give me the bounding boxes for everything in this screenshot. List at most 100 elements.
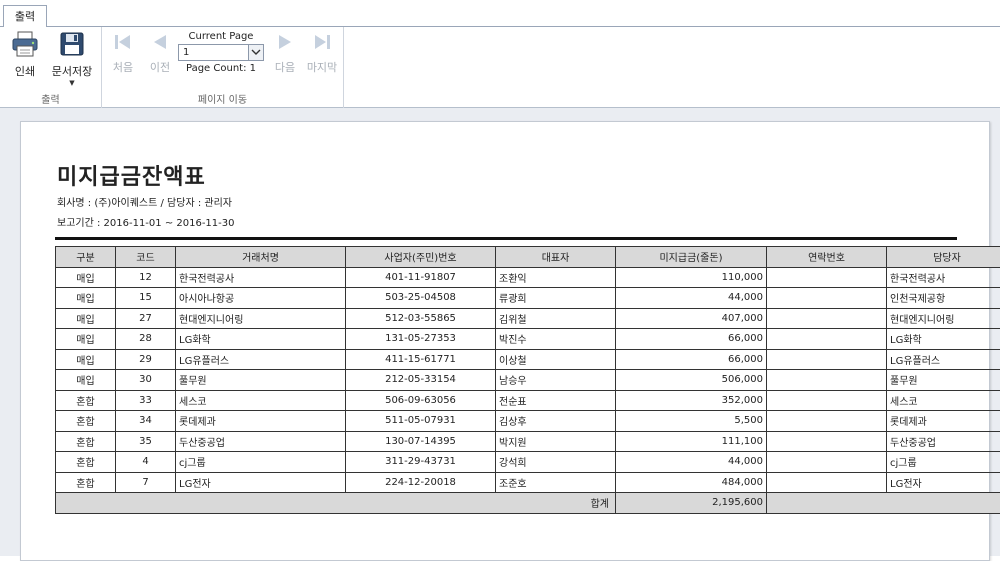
first-page-button[interactable]: 처음: [110, 31, 136, 75]
table-row: 혼합33세스코506-09-63056전순표352,000세스코: [56, 390, 1000, 411]
report-title: 미지급금잔액표: [57, 159, 206, 191]
payable-amount-cell: 484,000: [616, 472, 767, 493]
total-amount: 2,195,600: [616, 493, 767, 514]
manager-cell: LG유플러스: [887, 349, 1000, 370]
phone-cell: [767, 267, 887, 288]
vendor-name-cell: 풀무원: [176, 370, 346, 391]
next-page-button[interactable]: 다음: [272, 31, 298, 75]
payables-table: 구분 코드 거래처명 사업자(주민)번호 대표자 미지급금(줄돈) 연락번호 담…: [55, 246, 1000, 514]
code-cell: 30: [116, 370, 176, 391]
save-document-label: 문서저장: [49, 63, 95, 79]
output-group-label: 출력: [0, 91, 101, 106]
vendor-name-cell: 세스코: [176, 390, 346, 411]
type-cell: 혼합: [56, 472, 116, 493]
representative-cell: 김상후: [496, 411, 616, 432]
report-viewer[interactable]: 미지급금잔액표 회사명 : (주)아이퀘스트 / 담당자 : 관리자 보고기간 …: [0, 108, 1000, 556]
business-number-cell: 506-09-63056: [346, 390, 496, 411]
code-cell: 7: [116, 472, 176, 493]
output-group: 인쇄 문서저장 ▼ 출력: [0, 27, 102, 108]
business-number-cell: 401-11-91807: [346, 267, 496, 288]
total-row: 합계 2,195,600: [56, 493, 1000, 514]
manager-cell: 풀무원: [887, 370, 1000, 391]
total-empty-cell: [767, 493, 1000, 514]
code-cell: 33: [116, 390, 176, 411]
column-header: 거래처명: [176, 247, 346, 268]
representative-cell: 김위철: [496, 308, 616, 329]
representative-cell: 류광희: [496, 288, 616, 309]
type-cell: 혼합: [56, 411, 116, 432]
current-page-title: Current Page: [178, 31, 264, 43]
table-row: 혼합35두산중공업130-07-14395박지원111,100두산중공업: [56, 431, 1000, 452]
last-page-button[interactable]: 마지막: [305, 31, 339, 75]
table-row: 매입28LG화학131-05-27353박진수66,000LG화학: [56, 329, 1000, 350]
print-label: 인쇄: [8, 63, 42, 79]
payable-amount-cell: 66,000: [616, 349, 767, 370]
previous-page-button[interactable]: 이전: [147, 31, 173, 75]
manager-cell: 인천국제공항: [887, 288, 1000, 309]
payable-amount-cell: 66,000: [616, 329, 767, 350]
save-document-button[interactable]: 문서저장 ▼: [49, 31, 95, 87]
printer-icon: [11, 31, 39, 57]
tab-output[interactable]: 출력: [3, 5, 47, 28]
vendor-name-cell: 아시아나항공: [176, 288, 346, 309]
page-navigation-group: 처음 이전 Current Page 1 Page Count: 1 다음: [102, 27, 344, 108]
vendor-name-cell: 현대엔지니어링: [176, 308, 346, 329]
vendor-name-cell: 롯데제과: [176, 411, 346, 432]
code-cell: 27: [116, 308, 176, 329]
phone-cell: [767, 411, 887, 432]
vendor-name-cell: cj그룹: [176, 452, 346, 473]
previous-page-label: 이전: [147, 59, 173, 75]
table-row: 매입15아시아나항공503-25-04508류광희44,000 인천국제공항: [56, 288, 1000, 309]
phone-cell: [767, 452, 887, 473]
type-cell: 혼합: [56, 431, 116, 452]
business-number-cell: 512-03-55865: [346, 308, 496, 329]
current-page-value: 1: [183, 47, 189, 58]
type-cell: 혼합: [56, 452, 116, 473]
last-page-label: 마지막: [305, 59, 339, 75]
code-cell: 34: [116, 411, 176, 432]
chevron-down-icon[interactable]: [248, 45, 263, 60]
column-header: 미지급금(줄돈): [616, 247, 767, 268]
title-divider: [55, 237, 957, 240]
business-number-cell: 130-07-14395: [346, 431, 496, 452]
column-header: 구분: [56, 247, 116, 268]
vendor-name-cell: LG유플러스: [176, 349, 346, 370]
phone-cell: [767, 308, 887, 329]
code-cell: 15: [116, 288, 176, 309]
phone-cell: [767, 288, 887, 309]
type-cell: 혼합: [56, 390, 116, 411]
manager-cell: 세스코: [887, 390, 1000, 411]
type-cell: 매입: [56, 267, 116, 288]
next-page-icon: [274, 31, 296, 53]
page-navigation-group-label: 페이지 이동: [102, 91, 343, 106]
print-button[interactable]: 인쇄: [8, 31, 42, 79]
type-cell: 매입: [56, 329, 116, 350]
type-cell: 매입: [56, 288, 116, 309]
previous-page-icon: [149, 31, 171, 53]
first-page-icon: [112, 31, 134, 53]
payable-amount-cell: 44,000: [616, 288, 767, 309]
phone-cell: [767, 370, 887, 391]
period-line: 보고기간 : 2016-11-01 ~ 2016-11-30: [57, 214, 235, 229]
manager-cell: LG전자: [887, 472, 1000, 493]
business-number-cell: 511-05-07931: [346, 411, 496, 432]
column-header: 코드: [116, 247, 176, 268]
business-number-cell: 224-12-20018: [346, 472, 496, 493]
payable-amount-cell: 352,000: [616, 390, 767, 411]
column-header: 연락번호: [767, 247, 887, 268]
vendor-name-cell: 두산중공업: [176, 431, 346, 452]
representative-cell: 강석희: [496, 452, 616, 473]
representative-cell: 박진수: [496, 329, 616, 350]
code-cell: 12: [116, 267, 176, 288]
current-page-select[interactable]: 1: [178, 44, 264, 61]
column-header: 담당자: [887, 247, 1000, 268]
phone-cell: [767, 349, 887, 370]
next-page-label: 다음: [272, 59, 298, 75]
representative-cell: 조준호: [496, 472, 616, 493]
manager-cell: cj그룹: [887, 452, 1000, 473]
manager-cell: 두산중공업: [887, 431, 1000, 452]
payable-amount-cell: 5,500: [616, 411, 767, 432]
representative-cell: 조환익: [496, 267, 616, 288]
report-page: 미지급금잔액표 회사명 : (주)아이퀘스트 / 담당자 : 관리자 보고기간 …: [20, 121, 990, 561]
business-number-cell: 503-25-04508: [346, 288, 496, 309]
